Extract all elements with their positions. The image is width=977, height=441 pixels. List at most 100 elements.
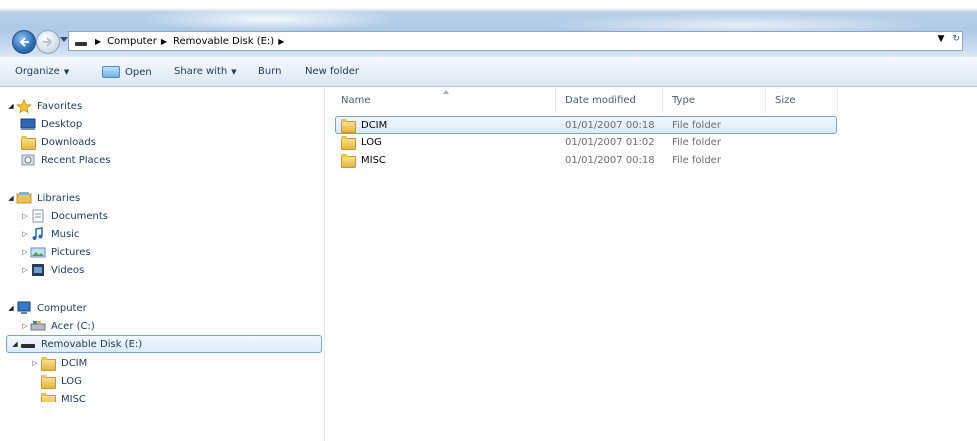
nav-favorites-label: Favorites: [37, 100, 83, 112]
nav-libraries[interactable]: ◢ Libraries: [6, 189, 80, 207]
column-divider[interactable]: [837, 87, 838, 113]
details-pane-blank: [0, 402, 258, 441]
burn-button[interactable]: Burn: [258, 66, 281, 77]
nav-item-label: Desktop: [41, 118, 83, 130]
libraries-icon: [16, 192, 32, 204]
expand-triangle-icon[interactable]: ▷: [20, 212, 30, 220]
nav-item-label: Recent Places: [41, 154, 111, 166]
expand-triangle-icon[interactable]: ▷: [30, 359, 40, 367]
expand-triangle-icon[interactable]: ▷: [20, 266, 30, 274]
column-header-date-modified[interactable]: Date modified: [565, 87, 636, 113]
nav-item-pictures[interactable]: ▷ Pictures: [20, 243, 91, 261]
column-header-name[interactable]: Name: [341, 87, 371, 113]
nav-computer-label: Computer: [37, 302, 87, 314]
video-icon: [32, 264, 44, 276]
recent-places-icon: [21, 154, 35, 166]
column-divider[interactable]: [662, 87, 663, 113]
nav-item-downloads[interactable]: Downloads: [20, 133, 96, 151]
file-date: 01/01/2007 01:02: [565, 137, 655, 148]
collapse-triangle-icon[interactable]: ◢: [6, 304, 16, 312]
column-header-label: Name: [341, 94, 371, 106]
file-row-dcim[interactable]: DCIM 01/01/2007 00:18 File folder: [335, 116, 837, 134]
column-divider[interactable]: [765, 87, 766, 113]
file-date: 01/01/2007 00:18: [565, 120, 655, 131]
star-icon: [16, 99, 32, 113]
nav-item-documents[interactable]: ▷ Documents: [20, 207, 108, 225]
command-bar: Organize ▼ Open Share with ▼ Burn New fo…: [0, 58, 977, 87]
removable-disk-icon: [75, 42, 87, 46]
collapse-triangle-icon[interactable]: ◢: [6, 194, 16, 202]
share-with-label: Share with: [174, 66, 228, 77]
burn-label: Burn: [258, 66, 282, 77]
back-button[interactable]: [12, 30, 36, 54]
folder-icon: [340, 135, 356, 150]
file-row-log[interactable]: LOG 01/01/2007 01:02 File folder: [335, 134, 837, 152]
new-folder-button[interactable]: New folder: [305, 66, 359, 77]
folder-icon: [40, 356, 56, 371]
file-name: MISC: [361, 154, 386, 166]
breadcrumb: ▶ Computer ▶ Removable Disk (E:) ▶: [91, 36, 290, 47]
column-header-label: Type: [672, 94, 695, 106]
file-name-cell: MISC: [340, 153, 386, 168]
organize-label: Organize: [15, 66, 60, 77]
nav-item-label: Removable Disk (E:): [41, 338, 143, 350]
nav-item-drive-c[interactable]: ▷ Acer (C:): [20, 317, 95, 335]
recent-pages-dropdown-icon[interactable]: [60, 37, 68, 43]
chevron-down-icon: ▼: [63, 67, 70, 76]
nav-item-videos[interactable]: ▷ Videos: [20, 261, 84, 279]
forward-button[interactable]: [36, 30, 60, 54]
collapse-triangle-icon[interactable]: ◢: [10, 340, 20, 348]
breadcrumb-chevron-icon[interactable]: ▶: [161, 37, 167, 46]
address-bar[interactable]: ▶ Computer ▶ Removable Disk (E:) ▶ ▼ ↻: [68, 31, 963, 51]
sort-indicator-icon: [443, 90, 449, 94]
column-header-label: Date modified: [565, 94, 636, 106]
expand-triangle-icon[interactable]: ▷: [20, 248, 30, 256]
desktop-icon: [20, 118, 36, 130]
nav-item-recent-places[interactable]: Recent Places: [20, 151, 111, 169]
nav-subfolder-dcim[interactable]: ▷ DCIM: [30, 354, 87, 372]
file-type: File folder: [672, 120, 721, 131]
forward-arrow-icon: [43, 37, 53, 47]
nav-item-label: Downloads: [41, 136, 96, 148]
nav-item-desktop[interactable]: Desktop: [20, 115, 82, 133]
nav-item-music[interactable]: ▷ Music: [20, 225, 79, 243]
computer-icon: [17, 301, 31, 314]
expand-triangle-icon[interactable]: ▷: [20, 230, 30, 238]
new-folder-label: New folder: [305, 66, 360, 77]
file-type: File folder: [672, 155, 721, 166]
column-header-label: Size: [775, 94, 796, 106]
refresh-icon[interactable]: ↻: [952, 34, 960, 44]
nav-subfolder-log[interactable]: LOG: [40, 372, 82, 390]
nav-item-removable-disk[interactable]: ◢ Removable Disk (E:): [10, 335, 142, 353]
removable-disk-icon: [21, 344, 35, 348]
nav-computer[interactable]: ◢ Computer: [6, 299, 87, 317]
hard-drive-icon: [30, 321, 46, 331]
file-type: File folder: [672, 137, 721, 148]
chevron-down-icon: ▼: [231, 67, 237, 76]
breadcrumb-chevron-icon[interactable]: ▶: [278, 37, 284, 46]
organize-button[interactable]: Organize ▼: [15, 66, 69, 77]
file-name-cell: LOG: [340, 135, 382, 150]
collapse-triangle-icon[interactable]: ◢: [6, 102, 16, 110]
open-label: Open: [125, 66, 152, 78]
column-header-type[interactable]: Type: [672, 87, 695, 113]
open-icon: [102, 66, 120, 78]
address-history-dropdown-icon[interactable]: ▼: [938, 34, 945, 44]
navigation-pane: ◢ Favorites Desktop Downloads Recent Pla…: [0, 87, 325, 441]
open-button[interactable]: Open: [102, 66, 152, 78]
file-name: LOG: [361, 136, 382, 148]
title-bar-glare: [140, 6, 400, 32]
column-divider[interactable]: [555, 87, 556, 113]
folder-icon: [340, 118, 356, 133]
expand-triangle-icon[interactable]: ▷: [20, 322, 30, 330]
breadcrumb-computer[interactable]: Computer: [107, 36, 157, 47]
downloads-icon: [20, 135, 36, 150]
share-with-button[interactable]: Share with ▼: [174, 66, 237, 77]
nav-libraries-label: Libraries: [37, 192, 81, 204]
column-header-size[interactable]: Size: [775, 87, 796, 113]
nav-favorites[interactable]: ◢ Favorites: [6, 97, 82, 115]
breadcrumb-chevron-icon[interactable]: ▶: [95, 37, 101, 46]
file-row-misc[interactable]: MISC 01/01/2007 00:18 File folder: [335, 152, 837, 170]
nav-item-label: Acer (C:): [51, 320, 95, 332]
breadcrumb-removable-disk[interactable]: Removable Disk (E:): [173, 36, 274, 47]
